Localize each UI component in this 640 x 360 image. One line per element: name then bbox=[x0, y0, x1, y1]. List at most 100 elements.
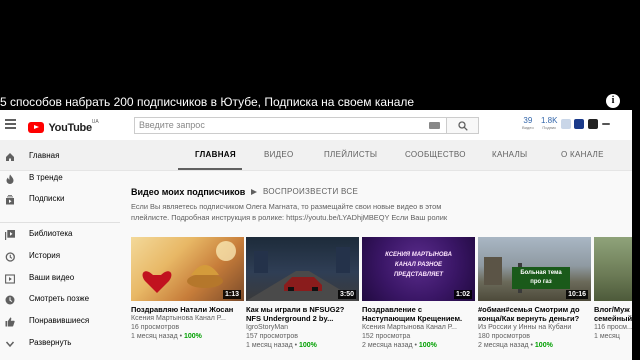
menu-icon[interactable] bbox=[602, 123, 610, 125]
play-all-label: ВОСПРОИЗВЕСТИ ВСЕ bbox=[263, 187, 359, 196]
video-channel[interactable]: IgroStoryMan bbox=[246, 323, 359, 332]
search-placeholder: Введите запрос bbox=[139, 120, 205, 130]
play-all-button[interactable]: ВОСПРОИЗВЕСТИ ВСЕ bbox=[251, 187, 358, 196]
tab-about[interactable]: О КАНАЛЕ bbox=[561, 150, 604, 159]
video-title-line[interactable]: Поздравление с bbox=[362, 305, 475, 314]
video-age: 2 месяца назад bbox=[478, 342, 529, 349]
video-views: 180 просмотров bbox=[478, 333, 530, 340]
description-line: Если Вы являетесь подписчиком Олега Магн… bbox=[131, 202, 442, 211]
youtube-logo[interactable]: YouTubeUA bbox=[28, 119, 99, 137]
tab-home[interactable]: ГЛАВНАЯ bbox=[195, 150, 236, 159]
video-meta: 2 месяца назад • 100% bbox=[478, 342, 553, 349]
video-badge: 100% bbox=[534, 342, 553, 349]
video-thumbnail[interactable]: Больная тема про газ 10:16 bbox=[478, 237, 591, 301]
history-icon bbox=[5, 252, 15, 262]
menu-icon[interactable] bbox=[5, 119, 16, 129]
video-title-line[interactable]: Поздравляю Натали Жосан bbox=[131, 305, 244, 314]
thumbnail-text: КАНАЛ РАЗНОЕ bbox=[394, 262, 443, 268]
stat-caption: Видео bbox=[522, 125, 534, 130]
watch-later-icon bbox=[5, 295, 15, 305]
extension-icon[interactable] bbox=[588, 119, 598, 129]
stat-videos: 39 Видео bbox=[522, 116, 534, 131]
video-title[interactable]: 5 способов набрать 200 подписчиков в Юту… bbox=[0, 94, 414, 110]
sidebar-item-watch-later[interactable]: Смотреть позже bbox=[0, 290, 120, 310]
tab-community[interactable]: СООБЩЕСТВО bbox=[405, 150, 466, 159]
trending-icon bbox=[6, 174, 14, 184]
extension-icon[interactable] bbox=[574, 119, 584, 129]
sidebar-item-label: В тренде bbox=[29, 173, 63, 182]
sidebar-item-your-videos[interactable]: Ваши видео bbox=[0, 269, 120, 289]
stat-value: 39 bbox=[523, 116, 533, 125]
video-title-line[interactable]: семейный bbox=[594, 314, 632, 323]
video-views: 116 просм... bbox=[594, 324, 632, 331]
stat-caption: Подпис bbox=[542, 125, 557, 130]
video-title-line[interactable]: Влог/Муж bbox=[594, 305, 632, 314]
home-icon bbox=[6, 153, 14, 161]
video-age: 1 месяц bbox=[594, 333, 620, 340]
video-channel[interactable]: Ксения Мартынова Канал Р... bbox=[362, 323, 475, 332]
video-age: 1 месяц назад bbox=[131, 333, 178, 340]
sidebar-item-history[interactable]: История bbox=[0, 247, 120, 267]
sidebar-item-label: История bbox=[29, 251, 61, 260]
keyboard-icon[interactable] bbox=[429, 122, 440, 129]
description-line: плейлисте. Подробная инструкция в ролике… bbox=[131, 213, 448, 222]
video-card[interactable]: 3:50 Как мы играли в NFSUG2? NFS Undergr… bbox=[246, 237, 359, 350]
video-badge: 100% bbox=[299, 342, 317, 349]
play-icon bbox=[251, 189, 257, 195]
video-card[interactable]: 1:13 Поздравляю Натали Жосан Ксения Март… bbox=[131, 237, 244, 341]
video-channel[interactable]: Из России у Инны на Кубани bbox=[478, 323, 591, 332]
video-card[interactable]: Больная тема про газ 10:16 #обман#семья … bbox=[478, 237, 591, 350]
video-title-line[interactable]: конца/Как вернуть деньги? bbox=[478, 314, 591, 323]
video-channel[interactable]: Ксения Мартынова Канал Р... bbox=[131, 314, 244, 323]
sidebar-item-home[interactable]: Главная bbox=[0, 147, 120, 167]
video-duration: 1:02 bbox=[453, 290, 472, 299]
top-bar: YouTubeUA Введите запрос 39 Видео 1.8K П… bbox=[0, 110, 632, 140]
video-badge: 100% bbox=[184, 333, 202, 340]
sidebar-item-expand[interactable]: Развернуть bbox=[0, 334, 120, 354]
video-views: 16 просмотров bbox=[131, 324, 180, 331]
sidebar-item-library[interactable]: Библиотека bbox=[0, 225, 120, 245]
tab-videos[interactable]: ВИДЕО bbox=[264, 150, 294, 159]
logo-region: UA bbox=[91, 119, 99, 125]
video-duration: 10:16 bbox=[566, 290, 588, 299]
video-age: 1 месяц назад bbox=[246, 342, 293, 349]
video-card[interactable]: Влог/Муж семейный 116 просм... 1 месяц bbox=[594, 237, 632, 341]
section-title[interactable]: Видео моих подписчиков bbox=[131, 187, 245, 197]
info-icon[interactable]: i bbox=[606, 94, 620, 108]
video-thumbnail[interactable] bbox=[594, 237, 632, 301]
video-views: 152 просмотра bbox=[362, 333, 411, 340]
liked-icon bbox=[5, 317, 15, 327]
tab-playlists[interactable]: ПЛЕЙЛИСТЫ bbox=[324, 150, 377, 159]
video-title-line[interactable]: NFS Underground 2 by... bbox=[246, 314, 359, 323]
video-badge: 100% bbox=[418, 342, 437, 349]
tab-channels[interactable]: КАНАЛЫ bbox=[492, 150, 527, 159]
sidebar-item-label: Ваши видео bbox=[29, 273, 75, 282]
library-icon bbox=[5, 230, 15, 240]
search-button[interactable] bbox=[447, 117, 479, 134]
chevron-down-icon bbox=[5, 341, 15, 348]
video-title-line[interactable]: #обман#семья Смотрим до bbox=[478, 305, 591, 314]
video-meta: 2 месяца назад • 100% bbox=[362, 342, 437, 349]
sidebar-divider bbox=[0, 222, 120, 223]
search-input[interactable]: Введите запрос bbox=[134, 117, 447, 134]
youtube-window: YouTubeUA Введите запрос 39 Видео 1.8K П… bbox=[0, 110, 632, 360]
video-duration: 3:50 bbox=[337, 290, 356, 299]
video-thumbnail[interactable]: 3:50 bbox=[246, 237, 359, 301]
sidebar-item-label: Развернуть bbox=[29, 338, 72, 347]
video-title-line[interactable]: Как мы играли в NFSUG2? bbox=[246, 305, 359, 314]
video-card[interactable]: КСЕНИЯ МАРТЫНОВА КАНАЛ РАЗНОЕ ПРЕДСТАВЛЯ… bbox=[362, 237, 475, 350]
stat-value: 1.8K bbox=[541, 116, 558, 125]
sidebar-item-label: Подписки bbox=[29, 194, 65, 203]
sidebar-item-label: Понравившиеся bbox=[29, 316, 90, 325]
video-title-line[interactable]: Наступающим Крещением. bbox=[362, 314, 475, 323]
video-thumbnail[interactable]: КСЕНИЯ МАРТЫНОВА КАНАЛ РАЗНОЕ ПРЕДСТАВЛЯ… bbox=[362, 237, 475, 301]
sidebar-item-subscriptions[interactable]: Подписки bbox=[0, 190, 120, 210]
extension-icon[interactable] bbox=[561, 119, 571, 129]
video-age: 2 месяца назад bbox=[362, 342, 413, 349]
video-duration: 1:13 bbox=[222, 290, 241, 299]
video-thumbnail[interactable]: 1:13 bbox=[131, 237, 244, 301]
subscriptions-icon bbox=[6, 195, 14, 205]
sidebar-item-liked[interactable]: Понравившиеся bbox=[0, 312, 120, 332]
thumbnail-text: про газ bbox=[530, 279, 552, 285]
sidebar-item-trending[interactable]: В тренде bbox=[0, 169, 120, 189]
